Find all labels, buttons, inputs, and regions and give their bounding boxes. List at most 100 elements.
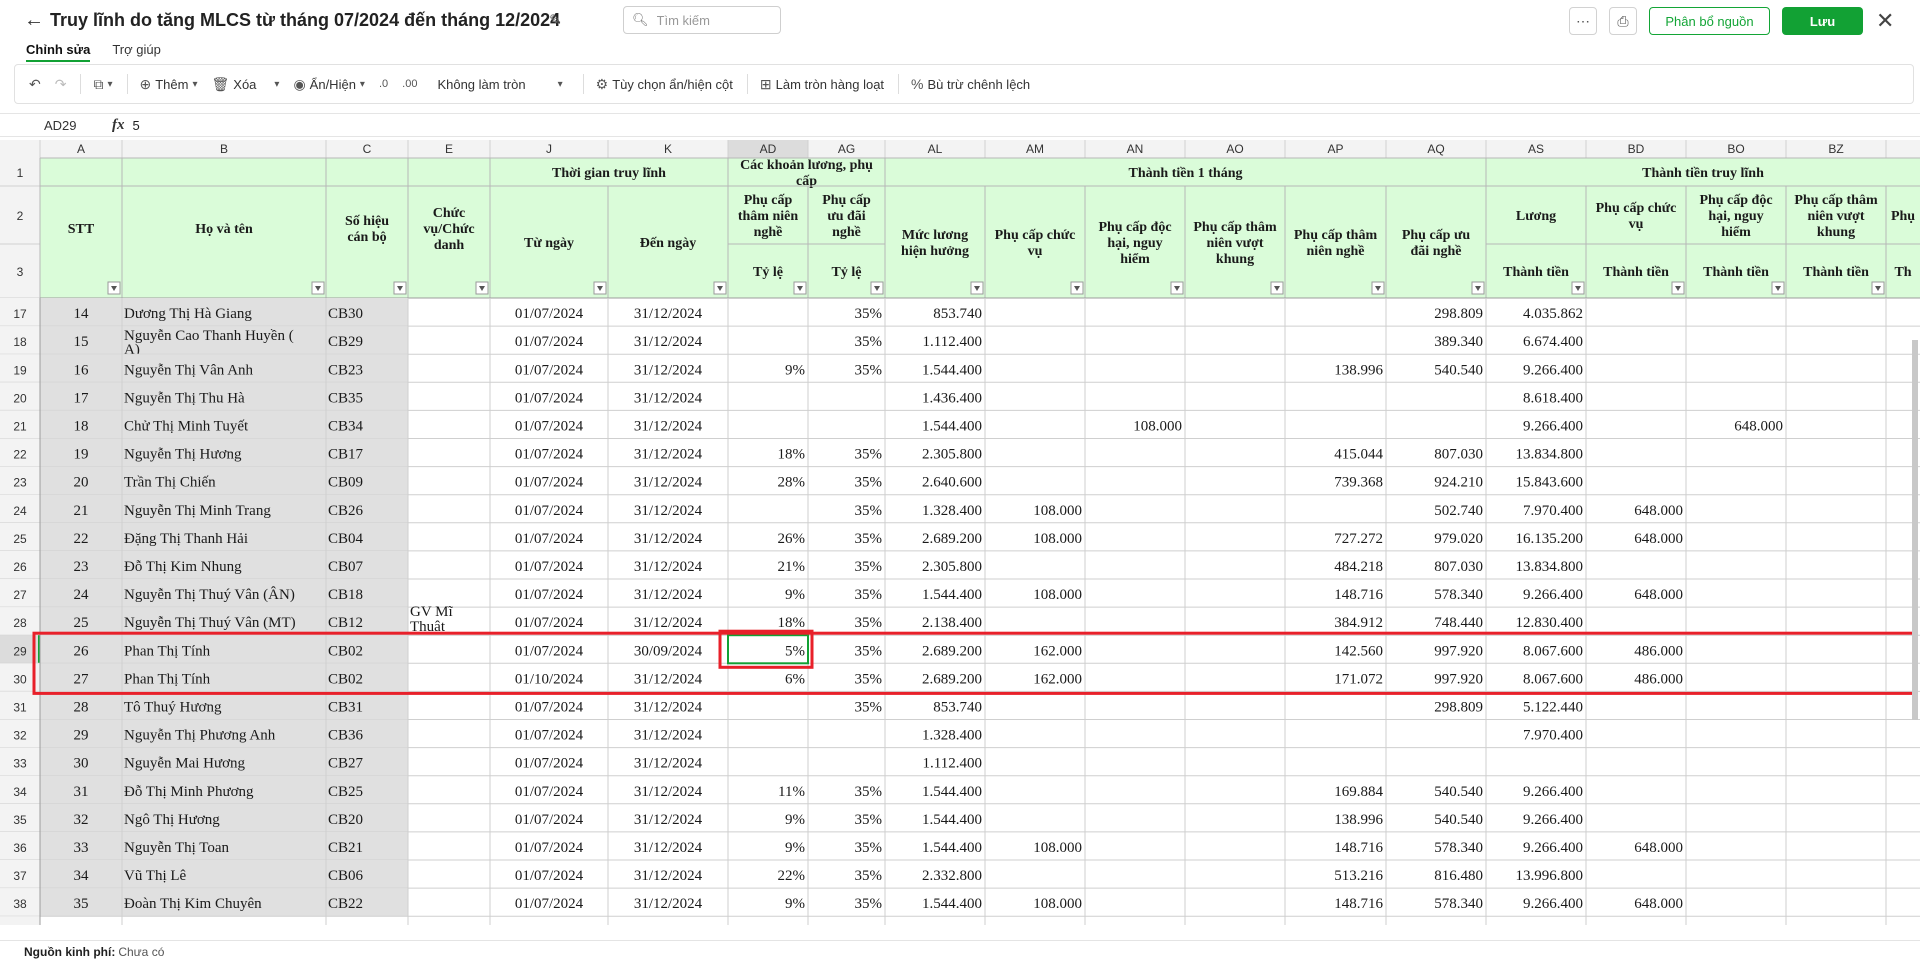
redo-icon[interactable]: ↷ bbox=[55, 76, 67, 93]
cell-from: 01/07/2024 bbox=[515, 362, 584, 378]
cell-al: 1.544.400 bbox=[922, 587, 982, 603]
cell-code: CB09 bbox=[328, 475, 363, 491]
grid-icon: ⊞ bbox=[759, 75, 772, 92]
cell-ap: 169.884 bbox=[1334, 784, 1383, 800]
cell-name: Đỗ Thị Minh Phương bbox=[124, 784, 254, 800]
increase-decimal-button[interactable]: .00 bbox=[402, 78, 417, 90]
cell-ap: 484.218 bbox=[1334, 559, 1383, 575]
cell-am: 108.000 bbox=[1033, 896, 1082, 912]
show-hide-button[interactable]: ◉ Ẩn/Hiện ▾ bbox=[293, 76, 365, 93]
column-letter: B bbox=[220, 142, 228, 156]
save-button[interactable]: Lưu bbox=[1782, 7, 1863, 35]
decrease-decimal-button[interactable]: .0 bbox=[379, 78, 388, 90]
cell-from: 01/07/2024 bbox=[515, 390, 584, 406]
formula-input[interactable]: 5 bbox=[133, 118, 140, 133]
bulk-round-button[interactable]: ⊞ Làm tròn hàng loạt bbox=[760, 76, 884, 93]
cell-ad: 18% bbox=[778, 447, 806, 463]
header-code: cán bộ bbox=[347, 230, 386, 245]
bulk-round-label: Làm tròn hàng loạt bbox=[775, 76, 885, 92]
close-icon[interactable]: ✕ bbox=[1876, 8, 1894, 34]
cell-code: CB36 bbox=[328, 728, 364, 744]
cell-am: 108.000 bbox=[1033, 587, 1082, 603]
header-time-group: Thời gian truy lĩnh bbox=[552, 166, 666, 181]
pencil-icon[interactable]: ✎ bbox=[549, 11, 562, 29]
cell-name: Nguyễn Thị Phương Anh bbox=[124, 728, 276, 744]
cell-to: 31/12/2024 bbox=[634, 503, 703, 519]
chevron-down-icon: ▾ bbox=[557, 78, 563, 90]
cell-ad: 6% bbox=[785, 671, 805, 687]
cell-to: 31/12/2024 bbox=[634, 868, 703, 884]
cell-al: 2.640.600 bbox=[922, 475, 982, 491]
cell-reference[interactable]: AD29 bbox=[0, 118, 112, 133]
cell-n: 17 bbox=[13, 307, 27, 321]
cell-name: Chử Thị Minh Tuyết bbox=[124, 418, 249, 434]
header-rate: Tỷ lệ bbox=[832, 265, 862, 280]
cell-am: 162.000 bbox=[1033, 643, 1082, 659]
column-letter: AG bbox=[838, 142, 855, 156]
column-options-button[interactable]: ⚙ Tùy chọn ẩn/hiện cột bbox=[596, 76, 733, 93]
cell-code: CB20 bbox=[328, 812, 363, 828]
cell-n: 25 bbox=[13, 532, 27, 546]
cell-ap: 148.716 bbox=[1334, 587, 1383, 603]
cell-aq: 979.020 bbox=[1434, 531, 1483, 547]
allocate-source-button[interactable]: Phân bổ nguồn bbox=[1649, 7, 1770, 35]
cell-al: 1.544.400 bbox=[922, 840, 982, 856]
cell-al: 2.689.200 bbox=[922, 531, 982, 547]
back-arrow-icon[interactable]: ← bbox=[24, 9, 44, 32]
cell-code: CB18 bbox=[328, 587, 363, 603]
cell-code: CB27 bbox=[328, 756, 364, 772]
cell-as: 13.996.800 bbox=[1516, 868, 1584, 884]
row-number: 3 bbox=[17, 265, 24, 279]
undo-icon[interactable]: ↶ bbox=[29, 76, 41, 93]
delete-button[interactable]: 🗑︎ Xóa ▾ bbox=[212, 76, 280, 93]
cell-al: 1.544.400 bbox=[922, 812, 982, 828]
cell-n: 23 bbox=[13, 476, 27, 490]
rounding-select[interactable]: Không làm tròn ▾ bbox=[437, 77, 562, 92]
tab-edit[interactable]: Chỉnh sửa bbox=[26, 42, 91, 62]
header-amount: Thành tiền bbox=[1803, 265, 1869, 280]
search-box[interactable]: 🔍︎ bbox=[623, 6, 781, 34]
cell-al: 1.436.400 bbox=[922, 390, 982, 406]
cell-al: 1.544.400 bbox=[922, 896, 982, 912]
cell-al: 2.305.800 bbox=[922, 559, 982, 575]
cell-name: Đoàn Thị Kim Chuyên bbox=[124, 896, 262, 912]
cell-ad: 28% bbox=[778, 475, 806, 491]
cell-name: Dương Thị Hà Giang bbox=[124, 306, 252, 322]
cell-ap: 415.044 bbox=[1334, 447, 1383, 463]
cell-an: 108.000 bbox=[1133, 418, 1182, 434]
cell-to: 31/12/2024 bbox=[634, 784, 703, 800]
cell-al: 2.305.800 bbox=[922, 447, 982, 463]
cell-ag: 35% bbox=[855, 306, 883, 322]
header-hazard: hiểm bbox=[1120, 252, 1150, 267]
cell-code: CB02 bbox=[328, 643, 363, 659]
cell-stt: 22 bbox=[74, 531, 89, 547]
cell-n: 27 bbox=[13, 588, 27, 602]
cell-as: 7.970.400 bbox=[1523, 503, 1583, 519]
column-letter: A bbox=[77, 142, 85, 156]
offset-button[interactable]: % Bù trừ chênh lệch bbox=[911, 76, 1030, 92]
cell-ap: 148.716 bbox=[1334, 840, 1383, 856]
print-icon[interactable]: ⎙ bbox=[1609, 7, 1637, 35]
header-position-arrears: Phụ cấp chức bbox=[1596, 201, 1677, 216]
toolbar: ↶ ↷ ⧉ ▾ ⊕ Thêm ▾ 🗑︎ Xóa ▾ ◉ Ẩn/Hiện ▾ .0 .00 Kh… bbox=[14, 64, 1914, 104]
cell-ad: 21% bbox=[778, 559, 806, 575]
cell-from: 01/07/2024 bbox=[515, 840, 584, 856]
search-input[interactable] bbox=[656, 12, 767, 28]
header-seniority: Phụ cấp bbox=[744, 193, 793, 208]
spreadsheet-grid[interactable]: A B C E J K AD AG AL AM AN AO AP AQ AS BD BO BZ 1 2 3 STT Họ v… bbox=[0, 140, 1920, 925]
cell-name: Nguyễn Thị Vân Anh bbox=[124, 362, 254, 378]
cell-as: 9.266.400 bbox=[1523, 362, 1583, 378]
cell-n: 29 bbox=[13, 644, 27, 658]
header-seniority: thâm niên bbox=[738, 209, 799, 224]
cell-code: CB35 bbox=[328, 390, 363, 406]
copy-button[interactable]: ⧉ ▾ bbox=[93, 76, 112, 93]
divider bbox=[582, 74, 584, 94]
header-hazard: Phụ cấp độc bbox=[1098, 220, 1171, 235]
add-button[interactable]: ⊕ Thêm ▾ bbox=[140, 76, 198, 93]
tab-help[interactable]: Trợ giúp bbox=[112, 42, 161, 62]
cell-as: 9.266.400 bbox=[1523, 587, 1583, 603]
vertical-scrollbar[interactable] bbox=[1912, 340, 1918, 720]
more-icon[interactable]: ⋯ bbox=[1569, 7, 1597, 35]
cell-n: 20 bbox=[13, 391, 27, 405]
grid-canvas[interactable]: A B C E J K AD AG AL AM AN AO AP AQ AS BD BO BZ123STT Họ v… bbox=[0, 140, 1920, 925]
